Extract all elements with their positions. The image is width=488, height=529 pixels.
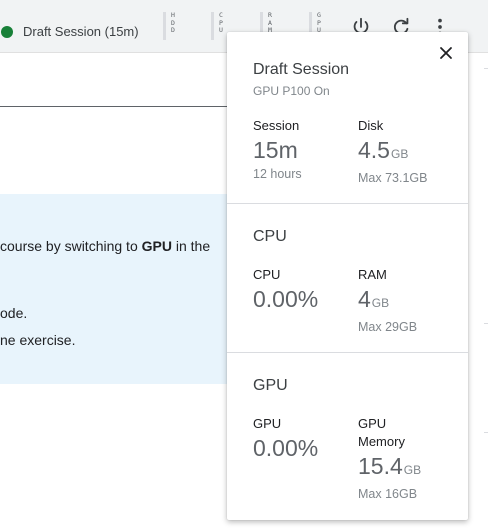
gpu-section-title: GPU <box>253 377 288 394</box>
gpu-memory-stat-label: GPU Memory <box>358 416 405 449</box>
page-divider <box>484 432 488 433</box>
cpu-meter-label: C P U <box>219 11 223 34</box>
callout-line-1: course by switching to GPU in the <box>0 238 210 254</box>
close-icon <box>440 47 452 59</box>
accelerator-status: GPU P100 On <box>253 84 330 98</box>
callout-text-bold: GPU <box>141 238 172 254</box>
session-stat-caption: 12 hours <box>253 167 302 181</box>
section-divider <box>227 203 468 204</box>
gpu-stat: GPU 0.00% <box>253 415 353 461</box>
session-stat: Session 15m 12 hours <box>253 117 353 181</box>
callout-text-a: course by switching to <box>0 238 142 254</box>
ram-stat-value: 4 <box>358 286 371 312</box>
disk-stat-caption: Max 73.1GB <box>358 171 428 185</box>
cpu-stat: CPU 0.00% <box>253 266 353 312</box>
callout-line-2: ode. <box>0 305 28 321</box>
hdd-meter-bar <box>163 12 166 40</box>
disk-stat-label: Disk <box>358 118 384 133</box>
session-status-dot <box>1 26 13 38</box>
cpu-stat-label: CPU <box>253 267 281 282</box>
gpu-stat-label: GPU <box>253 416 282 431</box>
gpu-stat-value: 0.00% <box>253 435 319 461</box>
session-label: Draft Session (15m) <box>23 24 139 39</box>
ram-stat-value-row: 4GB <box>358 286 458 316</box>
gpu-memory-stat: GPU Memory 15.4GB Max 16GB <box>358 415 458 501</box>
cpu-meter-bar <box>211 12 214 40</box>
close-button[interactable] <box>435 42 457 64</box>
disk-stat-value: 4.5 <box>358 137 390 163</box>
input-underline <box>0 106 230 107</box>
ram-stat-label: RAM <box>358 267 387 282</box>
popover-title: Draft Session <box>253 61 350 78</box>
page-divider <box>484 68 488 69</box>
hdd-meter[interactable]: H D D <box>163 11 185 42</box>
session-stat-value: 15m <box>253 137 298 163</box>
ram-stat-unit: GB <box>371 296 390 310</box>
ram-stat: RAM 4GB Max 29GB <box>358 266 458 334</box>
session-stat-label: Session <box>253 118 300 133</box>
gpu-memory-stat-unit: GB <box>403 463 422 477</box>
callout-text-b: in the <box>171 238 211 254</box>
section-divider <box>227 352 468 353</box>
session-details-popover: Draft Session GPU P100 On Session 15m 12… <box>227 32 468 520</box>
disk-stat-value-row: 4.5GB <box>358 137 458 167</box>
gpu-memory-stat-value-row: 15.4GB <box>358 453 458 483</box>
callout-line-3: ne exercise. <box>0 332 76 348</box>
page-divider <box>484 323 488 324</box>
cpu-stat-value: 0.00% <box>253 286 319 312</box>
info-callout: course by switching to GPU in the ode. n… <box>0 194 230 384</box>
hdd-meter-label: H D D <box>171 11 175 34</box>
disk-stat: Disk 4.5GB Max 73.1GB <box>358 117 458 185</box>
gpu-memory-stat-value: 15.4 <box>358 453 403 479</box>
cpu-section-title: CPU <box>253 228 287 245</box>
ram-stat-caption: Max 29GB <box>358 320 418 334</box>
disk-stat-unit: GB <box>390 147 409 161</box>
gpu-memory-stat-caption: Max 16GB <box>358 487 418 501</box>
